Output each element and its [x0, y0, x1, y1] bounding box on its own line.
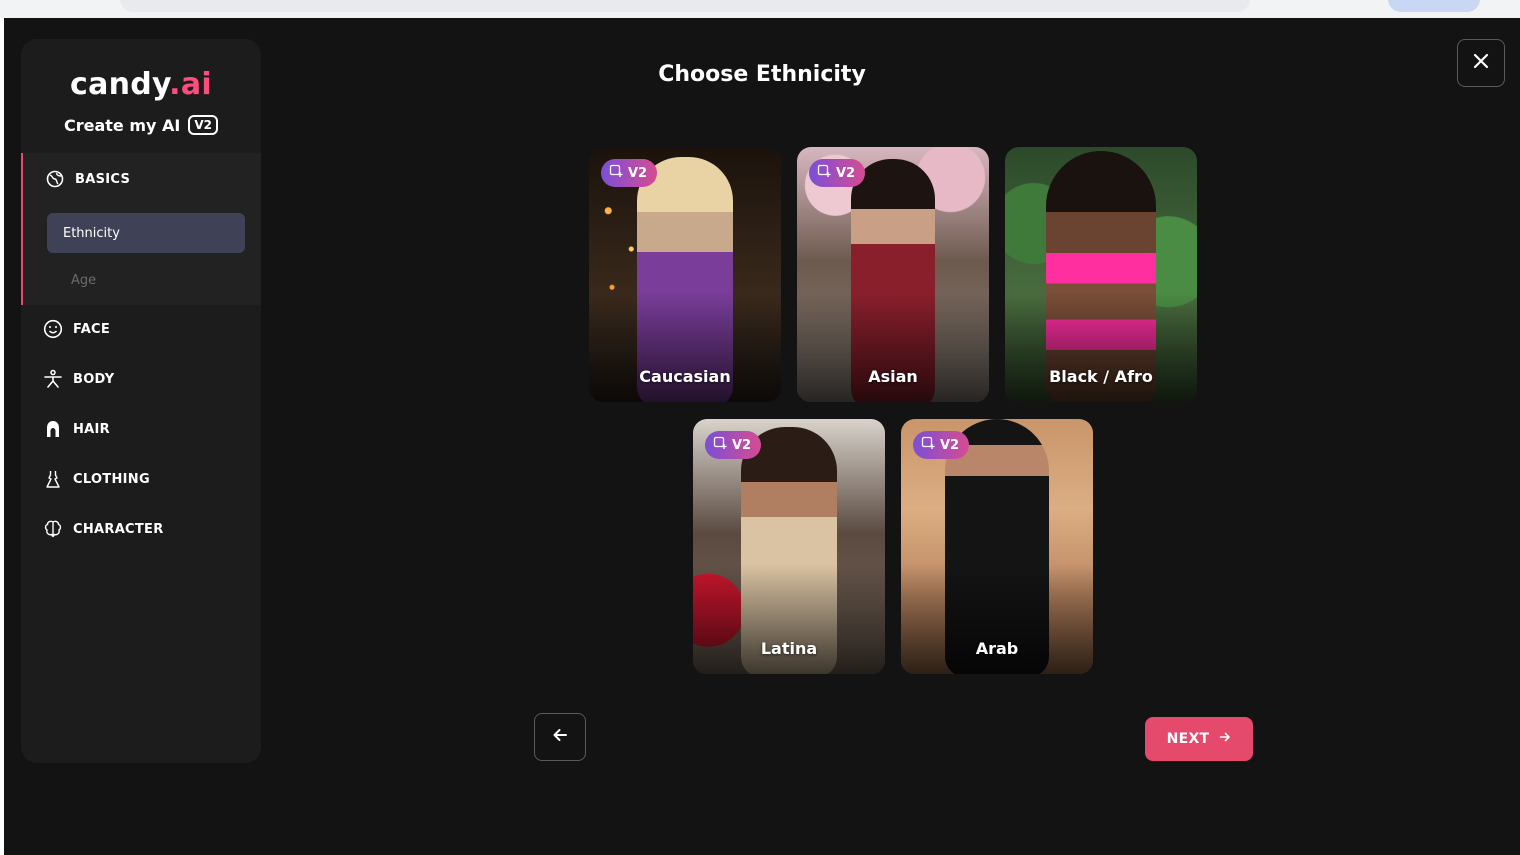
sidebar-item-label: HAIR — [73, 421, 110, 437]
arrow-right-icon — [1219, 731, 1231, 747]
person-icon — [43, 369, 63, 389]
v2-badge: V2 — [809, 159, 866, 187]
sidebar: candy.ai Create my AI V2 BASICS Ethnicit… — [21, 39, 261, 763]
ethnicity-card-caucasian[interactable]: V2 Caucasian — [589, 147, 781, 402]
v2-badge: V2 — [705, 431, 762, 459]
sidebar-item-label: CLOTHING — [73, 471, 150, 487]
app-window: candy.ai Create my AI V2 BASICS Ethnicit… — [4, 18, 1520, 855]
sidebar-item-label: FACE — [73, 321, 111, 337]
smiley-icon — [43, 319, 63, 339]
globe-icon — [45, 169, 65, 189]
dress-icon — [43, 469, 63, 489]
close-button[interactable] — [1457, 39, 1505, 87]
card-label: Arab — [975, 639, 1019, 658]
address-bar[interactable] — [120, 0, 1250, 12]
sidebar-item-label: BODY — [73, 371, 115, 387]
create-my-ai-heading: Create my AI V2 — [21, 115, 261, 135]
image-sparkle-icon — [713, 436, 727, 454]
brain-icon — [43, 519, 63, 539]
create-my-ai-label: Create my AI — [64, 115, 181, 135]
image-sparkle-icon — [817, 164, 831, 182]
next-button-label: NEXT — [1166, 731, 1210, 747]
v2-badge: V2 — [601, 159, 658, 187]
image-sparkle-icon — [609, 164, 623, 182]
sidebar-item-clothing[interactable]: CLOTHING — [43, 469, 150, 489]
card-label: Caucasian — [639, 367, 731, 386]
v2-badge-label: V2 — [940, 437, 960, 453]
version-badge: V2 — [188, 115, 218, 135]
sidebar-subitem-ethnicity[interactable]: Ethnicity — [47, 213, 245, 253]
arrow-left-icon — [552, 727, 568, 747]
back-button[interactable] — [534, 713, 586, 761]
browser-toolbar — [0, 0, 1520, 18]
card-label: Asian — [868, 367, 918, 386]
ethnicity-card-asian[interactable]: V2 Asian — [797, 147, 989, 402]
v2-badge: V2 — [913, 431, 970, 459]
sidebar-item-face[interactable]: FACE — [43, 319, 110, 339]
v2-badge-label: V2 — [628, 165, 648, 181]
browser-profile-button[interactable] — [1388, 0, 1480, 12]
hair-icon — [43, 419, 63, 439]
image-sparkle-icon — [921, 436, 935, 454]
sidebar-subitem-label: Ethnicity — [63, 225, 120, 241]
page-title: Choose Ethnicity — [658, 62, 866, 87]
next-button[interactable]: NEXT — [1145, 717, 1253, 761]
close-icon — [1473, 53, 1489, 73]
ethnicity-card-arab[interactable]: V2 Arab — [901, 419, 1093, 674]
basics-section: BASICS Ethnicity Age — [21, 153, 261, 305]
sidebar-subitem-age[interactable]: Age — [71, 273, 96, 288]
sidebar-item-label: CHARACTER — [73, 521, 164, 537]
v2-badge-label: V2 — [732, 437, 752, 453]
ethnicity-card-black-afro[interactable]: Black / Afro — [1005, 147, 1197, 402]
sidebar-item-label: BASICS — [75, 171, 131, 187]
ethnicity-card-latina[interactable]: V2 Latina — [693, 419, 885, 674]
card-label: Black / Afro — [1049, 367, 1153, 386]
sidebar-item-hair[interactable]: HAIR — [43, 419, 110, 439]
v2-badge-label: V2 — [836, 165, 856, 181]
sidebar-item-body[interactable]: BODY — [43, 369, 114, 389]
active-section-indicator — [21, 153, 23, 305]
sidebar-item-character[interactable]: CHARACTER — [43, 519, 164, 539]
card-label: Latina — [760, 639, 818, 658]
sidebar-item-basics[interactable]: BASICS — [45, 169, 130, 189]
